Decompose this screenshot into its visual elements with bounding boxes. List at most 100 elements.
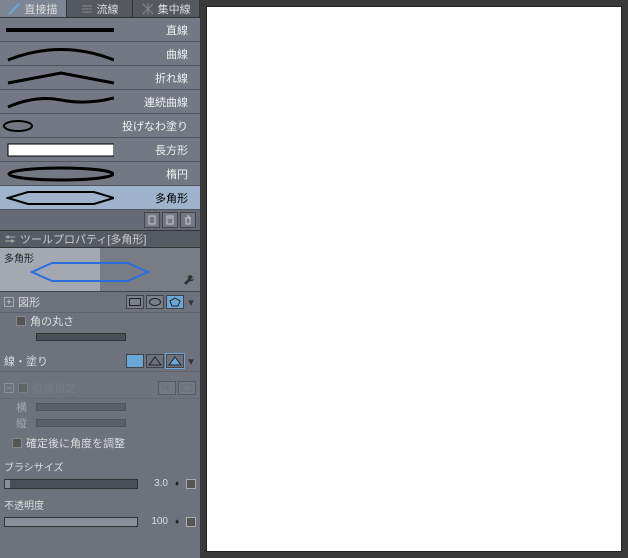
- prop-fill-label: 線・塗り: [4, 353, 126, 369]
- prop-angle-row: 確定後に角度を調整: [0, 435, 200, 451]
- expander-minus-icon[interactable]: −: [4, 383, 14, 393]
- tool-property-header: ツールプロパティ[多角形]: [0, 230, 200, 248]
- shape-row-curve[interactable]: 曲線: [0, 42, 200, 66]
- tool-panel: 直接描 流線 集中線 直線: [0, 0, 200, 558]
- preview-line-icon: [0, 18, 120, 42]
- brush-size-label: ブラシサイズ: [4, 459, 64, 474]
- mode-tab-label: 流線: [97, 1, 119, 17]
- shape-label: 長方形: [120, 142, 200, 158]
- shape-row-ccurve[interactable]: 連続曲線: [0, 90, 200, 114]
- shape-row-rect[interactable]: 長方形: [0, 138, 200, 162]
- preview-ellipse-icon: [0, 162, 120, 186]
- clipboard-icon[interactable]: [144, 212, 160, 228]
- brush-size-slider-row: 3.0 ♦: [0, 476, 200, 491]
- mode-tab-focus[interactable]: 集中線: [133, 0, 200, 17]
- shape-row-line[interactable]: 直線: [0, 18, 200, 42]
- prop-angle-label: 確定後に角度を調整: [26, 435, 200, 451]
- canvas[interactable]: [206, 6, 622, 552]
- expander-plus-icon[interactable]: +: [4, 297, 14, 307]
- wrench-icon[interactable]: [182, 273, 196, 287]
- tool-property-title: ツールプロパティ[多角形]: [20, 231, 146, 247]
- preview-rect-icon: [0, 138, 120, 162]
- fill-outline-button[interactable]: [146, 354, 164, 368]
- corner-slider[interactable]: [36, 333, 126, 341]
- shape-label: 直線: [120, 22, 200, 38]
- canvas-area: [200, 0, 628, 558]
- brush-size-slider[interactable]: [4, 479, 138, 489]
- file-icon[interactable]: [162, 212, 178, 228]
- burst-lines-icon: [142, 3, 154, 15]
- aspect-v-slider[interactable]: [36, 419, 126, 427]
- shape-label: 多角形: [120, 190, 200, 206]
- prop-aspect-label: 縦横指定: [32, 380, 158, 396]
- shape-row-ellipse[interactable]: 楕円: [0, 162, 200, 186]
- prop-figure-label: 図形: [18, 294, 126, 310]
- mode-tab-direct[interactable]: 直接描: [0, 0, 67, 17]
- shape-ellipse-button[interactable]: [146, 295, 164, 309]
- mode-tab-flow[interactable]: 流線: [67, 0, 134, 17]
- mode-tab-label: 直接描: [24, 1, 57, 17]
- fill-mode-buttons: ▾: [126, 354, 196, 368]
- aspect-h-slider[interactable]: [36, 403, 126, 411]
- shape-row-lasso[interactable]: 投げなわ塗り: [0, 114, 200, 138]
- pressure-toggle[interactable]: [186, 517, 196, 527]
- figure-shape-buttons: ▾: [126, 295, 196, 309]
- fill-both-button[interactable]: [166, 354, 184, 368]
- shape-label: 折れ線: [120, 70, 200, 86]
- prop-corner-row: 角の丸さ: [0, 313, 200, 329]
- opacity-value: 100: [142, 516, 168, 527]
- corner-checkbox[interactable]: [16, 316, 26, 326]
- shape-label: 連続曲線: [120, 94, 200, 110]
- angle-checkbox[interactable]: [12, 438, 22, 448]
- aspect-buttons: %: [158, 381, 196, 395]
- preview-lasso-icon: [0, 114, 120, 138]
- stepper-arrow-icon[interactable]: ♦: [172, 517, 182, 527]
- pencil-line-icon: [8, 3, 20, 15]
- trash-icon[interactable]: [180, 212, 196, 228]
- stepper-arrow-icon[interactable]: ♦: [172, 479, 182, 489]
- polygon-preview-shape-icon: [30, 262, 150, 282]
- shape-polygon-button[interactable]: [166, 295, 184, 309]
- polygon-preview: 多角形: [0, 248, 200, 292]
- shape-label: 楕円: [120, 166, 200, 182]
- opacity-slider-row: 100 ♦: [0, 514, 200, 529]
- preview-polygon-icon: [0, 186, 120, 210]
- shape-row-polygon[interactable]: 多角形: [0, 186, 200, 210]
- shape-rect-button[interactable]: [126, 295, 144, 309]
- fill-solid-button[interactable]: [126, 354, 144, 368]
- opacity-row: 不透明度: [0, 495, 200, 514]
- mode-tab-bar: 直接描 流線 集中線: [0, 0, 200, 18]
- shape-list: 直線 曲線 折れ線 連続曲線: [0, 18, 200, 210]
- prop-aspect-row: − 縦横指定 %: [0, 378, 200, 399]
- aspect-v-label: 縦: [16, 415, 28, 431]
- mode-tab-label: 集中線: [158, 1, 191, 17]
- preview-curve-icon: [0, 42, 120, 66]
- preview-ccurve-icon: [0, 90, 120, 114]
- aspect-px-button[interactable]: [178, 381, 196, 395]
- flow-lines-icon: [81, 3, 93, 15]
- opacity-label: 不透明度: [4, 497, 44, 512]
- dropdown-arrow-icon[interactable]: ▾: [186, 295, 196, 309]
- svg-text:%: %: [161, 383, 171, 393]
- pressure-toggle[interactable]: [186, 479, 196, 489]
- dropdown-arrow-icon[interactable]: ▾: [186, 354, 196, 368]
- shape-list-toolbar: [0, 210, 200, 230]
- slider-icon: [4, 233, 16, 245]
- prop-corner-label: 角の丸さ: [30, 313, 200, 329]
- preview-polyline-icon: [0, 66, 120, 90]
- aspect-h-row: 横: [0, 399, 200, 415]
- shape-label: 曲線: [120, 46, 200, 62]
- aspect-v-row: 縦: [0, 415, 200, 431]
- properties-list: + 図形 ▾ 角の丸さ: [0, 292, 200, 558]
- aspect-checkbox[interactable]: [18, 383, 28, 393]
- shape-label: 投げなわ塗り: [120, 118, 200, 134]
- brush-size-value: 3.0: [142, 478, 168, 489]
- corner-slider-row: [0, 329, 200, 345]
- opacity-slider[interactable]: [4, 517, 138, 527]
- prop-figure-row: + 図形 ▾: [0, 292, 200, 313]
- shape-row-polyline[interactable]: 折れ線: [0, 66, 200, 90]
- brush-size-row: ブラシサイズ: [0, 457, 200, 476]
- aspect-ratio-button[interactable]: %: [158, 381, 176, 395]
- aspect-h-label: 横: [16, 399, 28, 415]
- prop-fill-row: 線・塗り ▾: [0, 351, 200, 372]
